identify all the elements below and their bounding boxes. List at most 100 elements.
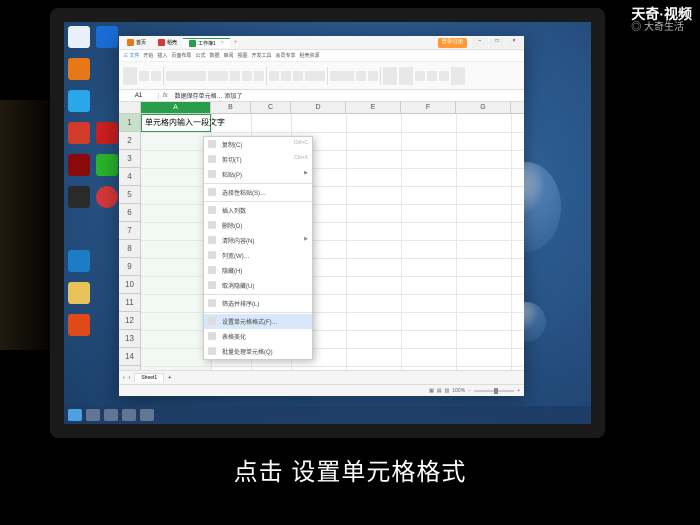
context-menu-item[interactable]: 插入列数 bbox=[204, 203, 312, 218]
desktop-icon-browser[interactable] bbox=[96, 26, 118, 48]
context-menu-item[interactable]: 剪切(T)Ctrl+X bbox=[204, 152, 312, 167]
taskbar-app[interactable] bbox=[104, 409, 118, 421]
view-layout-icon[interactable]: ▤ bbox=[437, 388, 442, 394]
desktop-icon-wechat[interactable] bbox=[96, 154, 118, 176]
sheet-tab[interactable]: Sheet1 bbox=[134, 373, 164, 382]
row-header-11[interactable]: 11 bbox=[119, 294, 140, 312]
row-header-9[interactable]: 9 bbox=[119, 258, 140, 276]
fx-icon[interactable]: fx bbox=[159, 93, 172, 99]
row-header-3[interactable]: 3 bbox=[119, 150, 140, 168]
context-menu-item[interactable]: 隐藏(H) bbox=[204, 263, 312, 278]
desktop-icon-app[interactable] bbox=[68, 58, 90, 80]
desktop-icon-dark[interactable] bbox=[68, 186, 90, 208]
row-header-14[interactable]: 14 bbox=[119, 348, 140, 366]
windows-taskbar[interactable] bbox=[64, 406, 591, 424]
ribbon-bold-button[interactable] bbox=[230, 71, 240, 81]
name-box[interactable]: A1 bbox=[119, 93, 159, 99]
ribbon-align-left-button[interactable] bbox=[269, 71, 279, 81]
column-header-b[interactable]: B bbox=[211, 102, 251, 113]
zoom-out-button[interactable]: − bbox=[468, 388, 471, 394]
context-menu-item[interactable]: 选择性粘贴(S)… bbox=[204, 185, 312, 200]
row-header-8[interactable]: 8 bbox=[119, 240, 140, 258]
ribbon-align-center-button[interactable] bbox=[281, 71, 291, 81]
select-all-corner[interactable] bbox=[119, 102, 141, 114]
ribbon-fontsize-button[interactable] bbox=[208, 71, 228, 81]
desktop-icon-netease[interactable] bbox=[96, 122, 118, 144]
desktop-icon-pill[interactable] bbox=[96, 186, 118, 208]
zoom-slider[interactable] bbox=[474, 390, 514, 392]
menu-formula[interactable]: 公式 bbox=[195, 52, 205, 59]
desktop-icon-close-app[interactable] bbox=[68, 314, 90, 336]
column-header-a[interactable]: A bbox=[141, 102, 211, 113]
menu-dev[interactable]: 开发工具 bbox=[252, 52, 272, 59]
desktop-icon-folder[interactable] bbox=[68, 282, 90, 304]
login-button[interactable]: 登录/注册 bbox=[438, 38, 467, 48]
desktop-icon-red[interactable] bbox=[68, 122, 90, 144]
sheet-nav-next-icon[interactable]: › bbox=[129, 375, 131, 381]
row-header-5[interactable]: 5 bbox=[119, 186, 140, 204]
context-menu-item[interactable]: 取消隐藏(U) bbox=[204, 278, 312, 293]
tab-workbook[interactable]: 工作簿1 × bbox=[183, 38, 230, 48]
ribbon-paste-button[interactable] bbox=[123, 67, 137, 85]
context-menu-item[interactable]: 清除内容(N)▶ bbox=[204, 233, 312, 248]
ribbon-conditional-button[interactable] bbox=[383, 67, 397, 85]
taskbar-app[interactable] bbox=[122, 409, 136, 421]
ribbon-sort-button[interactable] bbox=[427, 71, 437, 81]
cells-area[interactable]: 单元格内输入一段文字 bbox=[141, 114, 524, 370]
ribbon-italic-button[interactable] bbox=[242, 71, 252, 81]
context-menu-item[interactable]: 批量处理单元格(Q) bbox=[204, 344, 312, 359]
ribbon-sum-button[interactable] bbox=[415, 71, 425, 81]
minimize-button[interactable]: − bbox=[472, 38, 488, 48]
ribbon-align-right-button[interactable] bbox=[293, 71, 303, 81]
row-header-4[interactable]: 4 bbox=[119, 168, 140, 186]
column-header-g[interactable]: G bbox=[456, 102, 511, 113]
taskbar-search[interactable] bbox=[86, 409, 100, 421]
add-sheet-button[interactable]: + bbox=[168, 375, 171, 381]
context-menu-item[interactable]: 复制(C)Ctrl+C bbox=[204, 137, 312, 152]
row-header-7[interactable]: 7 bbox=[119, 222, 140, 240]
context-menu-item[interactable]: 筛选并排序(L) bbox=[204, 296, 312, 311]
ribbon-find-button[interactable] bbox=[451, 67, 465, 85]
zoom-in-button[interactable]: + bbox=[517, 388, 520, 394]
menu-insert[interactable]: 插入 bbox=[157, 52, 167, 59]
start-button[interactable] bbox=[68, 409, 82, 421]
row-header-13[interactable]: 13 bbox=[119, 330, 140, 348]
ribbon-copy-button[interactable] bbox=[151, 71, 161, 81]
menu-data[interactable]: 数据 bbox=[209, 52, 219, 59]
close-button[interactable]: × bbox=[506, 38, 522, 48]
column-header-e[interactable]: E bbox=[346, 102, 401, 113]
desktop-icon-flash[interactable] bbox=[68, 154, 90, 176]
ribbon-underline-button[interactable] bbox=[254, 71, 264, 81]
menu-review[interactable]: 审阅 bbox=[223, 52, 233, 59]
menu-file[interactable]: 三 文件 bbox=[123, 52, 139, 59]
ribbon-percent-button[interactable] bbox=[368, 71, 378, 81]
cell-a1[interactable]: 单元格内输入一段文字 bbox=[141, 114, 211, 132]
row-header-12[interactable]: 12 bbox=[119, 312, 140, 330]
ribbon-table-button[interactable] bbox=[399, 67, 413, 85]
column-header-c[interactable]: C bbox=[251, 102, 291, 113]
desktop-icon-edge[interactable] bbox=[68, 250, 90, 272]
context-menu-item[interactable]: 删除(D) bbox=[204, 218, 312, 233]
column-header-f[interactable]: F bbox=[401, 102, 456, 113]
row-header-6[interactable]: 6 bbox=[119, 204, 140, 222]
menu-view[interactable]: 视图 bbox=[237, 52, 247, 59]
ribbon-format-button[interactable] bbox=[330, 71, 354, 81]
desktop-icon-recycle-bin[interactable] bbox=[68, 26, 90, 48]
view-normal-icon[interactable]: ▦ bbox=[429, 388, 434, 394]
ribbon-number-button[interactable] bbox=[356, 71, 366, 81]
tab-docer[interactable]: 稻壳 bbox=[152, 38, 183, 47]
column-header-d[interactable]: D bbox=[291, 102, 346, 113]
context-menu-item[interactable]: 粘贴(P)▶ bbox=[204, 167, 312, 182]
ribbon-font-button[interactable] bbox=[166, 71, 206, 81]
menu-start[interactable]: 开始 bbox=[143, 52, 153, 59]
ribbon-merge-button[interactable] bbox=[305, 71, 325, 81]
view-page-icon[interactable]: ▥ bbox=[445, 388, 450, 394]
ribbon-cut-button[interactable] bbox=[139, 71, 149, 81]
menu-docer[interactable]: 稻壳资源 bbox=[300, 52, 320, 59]
menu-member[interactable]: 会员专享 bbox=[276, 52, 296, 59]
row-header-10[interactable]: 10 bbox=[119, 276, 140, 294]
tab-home[interactable]: 首页 bbox=[121, 38, 152, 47]
ribbon-filter-button[interactable] bbox=[439, 71, 449, 81]
row-header-1[interactable]: 1 bbox=[119, 114, 140, 132]
row-header-2[interactable]: 2 bbox=[119, 132, 140, 150]
